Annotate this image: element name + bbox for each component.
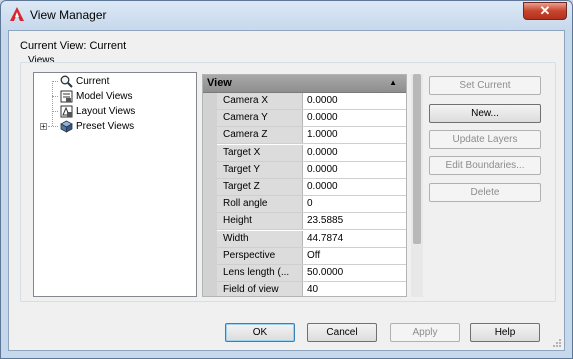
property-value[interactable]: 0.0000 [304, 93, 406, 109]
property-name: Target Y [217, 161, 303, 178]
cancel-button[interactable]: Cancel [307, 323, 377, 342]
tree-connector [52, 111, 58, 112]
properties-scrollbar[interactable] [411, 74, 423, 297]
property-row[interactable]: Target Y 0.0000 [217, 161, 406, 179]
help-button[interactable]: Help [470, 323, 540, 342]
property-row[interactable]: Target X 0.0000 [217, 144, 406, 162]
property-name: Target Z [217, 179, 303, 195]
delete-button[interactable]: Delete [429, 183, 541, 202]
properties-gutter [203, 93, 217, 296]
scrollbar-thumb[interactable] [413, 74, 421, 244]
autocad-app-icon [10, 7, 24, 21]
apply-button[interactable]: Apply [390, 323, 460, 342]
ok-button[interactable]: OK [225, 323, 295, 342]
property-name: Height [217, 213, 303, 230]
tree-item-label: Layout Views [76, 106, 136, 117]
property-value[interactable]: 40 [304, 282, 406, 296]
edit-boundaries-button[interactable]: Edit Boundaries... [429, 156, 541, 175]
collapse-arrow-icon[interactable]: ▲ [389, 78, 397, 87]
update-layers-button[interactable]: Update Layers [429, 130, 541, 149]
tree-connector [52, 81, 53, 126]
property-name: Field of view [217, 282, 303, 296]
property-name: Camera X [217, 93, 303, 109]
window-title: View Manager [30, 8, 107, 22]
properties-section-title: View [207, 77, 232, 89]
model-views-icon [60, 90, 73, 103]
expand-icon[interactable]: + [40, 123, 47, 131]
property-value[interactable]: 0.0000 [304, 179, 406, 195]
dialog-client-area: Current View: Current Views Current Mode… [8, 30, 565, 351]
property-row[interactable]: Camera Z 1.0000 [217, 127, 406, 145]
property-value[interactable]: Off [304, 248, 406, 264]
tree-item-label: Model Views [76, 91, 133, 102]
title-bar[interactable]: View Manager ✕ [1, 1, 572, 30]
close-button[interactable]: ✕ [523, 2, 567, 20]
set-current-button[interactable]: Set Current [429, 76, 541, 95]
property-row[interactable]: Perspective Off [217, 247, 406, 265]
magnifier-icon [60, 75, 73, 88]
properties-section-header[interactable]: View ▲ [203, 75, 406, 93]
tree-connector [52, 96, 58, 97]
preset-views-icon [60, 120, 73, 133]
property-row[interactable]: Lens length (... 50.0000 [217, 265, 406, 282]
tree-item-label: Preset Views [76, 121, 135, 132]
view-properties-grid[interactable]: View ▲ Camera X 0.0000 Camera Y 0.0000 Camer… [202, 74, 407, 297]
current-view-label: Current View: Current [20, 40, 127, 52]
views-tree[interactable]: Current Model Views Layout Views + Prese… [33, 72, 197, 297]
property-value[interactable]: 44.7874 [304, 231, 406, 247]
tree-connector [52, 81, 58, 82]
property-name: Lens length (... [217, 265, 303, 281]
property-value[interactable]: 0.0000 [304, 162, 406, 178]
new-view-button[interactable]: New... [429, 104, 541, 123]
property-row[interactable]: Width 44.7874 [217, 230, 406, 248]
view-manager-dialog: View Manager ✕ Current View: Current Vie… [0, 0, 573, 359]
property-name: Width [217, 230, 303, 247]
property-value[interactable]: 23.5885 [304, 213, 406, 229]
property-row[interactable]: Target Z 0.0000 [217, 179, 406, 196]
resize-grip-icon[interactable] [552, 338, 562, 348]
property-name: Roll angle [217, 196, 303, 213]
layout-views-icon [60, 105, 73, 118]
property-name: Perspective [217, 247, 303, 264]
tree-item-label: Current [76, 76, 110, 87]
property-row[interactable]: Height 23.5885 [217, 213, 406, 231]
property-row[interactable]: Camera Y 0.0000 [217, 110, 406, 128]
property-row[interactable]: Roll angle 0 [217, 196, 406, 214]
property-name: Target X [217, 144, 303, 161]
close-icon: ✕ [539, 3, 551, 18]
property-value[interactable]: 0.0000 [304, 110, 406, 126]
property-name: Camera Z [217, 127, 303, 144]
property-value[interactable]: 0.0000 [304, 145, 406, 161]
property-row[interactable]: Field of view 40 [217, 282, 406, 296]
property-name: Camera Y [217, 110, 303, 127]
property-row[interactable]: Camera X 0.0000 [217, 93, 406, 110]
tree-connector [48, 126, 58, 127]
property-value[interactable]: 0 [304, 196, 406, 212]
property-value[interactable]: 50.0000 [304, 265, 406, 281]
property-value[interactable]: 1.0000 [304, 127, 406, 143]
